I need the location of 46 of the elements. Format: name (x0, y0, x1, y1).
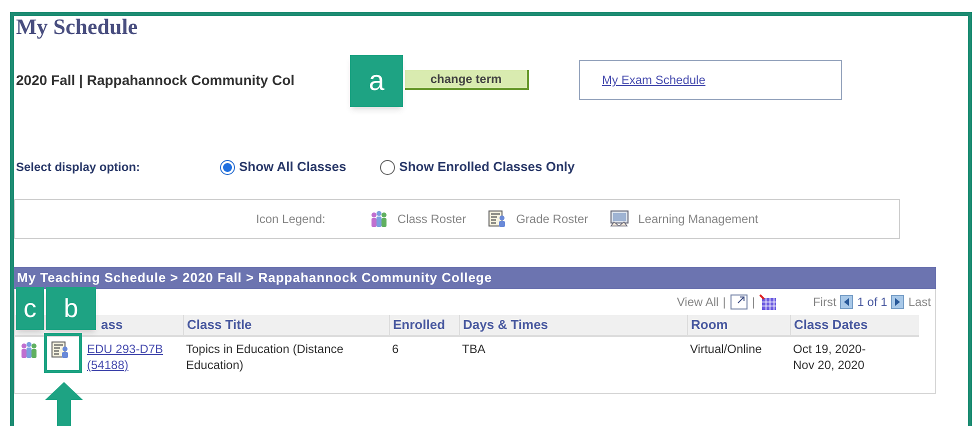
first-link[interactable]: First (812, 293, 836, 311)
people-icon (19, 341, 39, 359)
last-link[interactable]: Last (908, 293, 931, 311)
grid-download-icon[interactable] (758, 294, 777, 310)
monitor-hands-icon (610, 210, 630, 228)
view-all-link[interactable]: View All (676, 293, 719, 311)
next-button[interactable] (891, 295, 904, 309)
callout-label: a (350, 55, 403, 107)
highlight-frame (44, 333, 82, 373)
table-cell-text: Virtual/Online (689, 341, 763, 358)
section-link[interactable]: (54188) (87, 357, 128, 373)
exam-schedule-link[interactable]: My Exam Schedule (602, 71, 706, 89)
grid-title: My Teaching Schedule > 2020 Fall > Rappahannock Community College (17, 269, 492, 288)
legend-text: Class Roster (397, 211, 466, 228)
column-header: Enrolled (389, 315, 459, 337)
radio-button[interactable] (380, 160, 396, 174)
column-header: Class Dates (790, 315, 919, 337)
table-cell-text: TBA (461, 341, 486, 358)
legend-label: Icon Legend: (256, 211, 326, 228)
class-link[interactable]: EDU 293-D7B (87, 341, 164, 357)
table-cell-text: Topics in Education (Distance Education) (185, 341, 344, 374)
up-arrow-icon (45, 382, 83, 426)
page-count: 1 of 1 (857, 294, 888, 311)
display-option-label: Select display option: (16, 159, 142, 176)
table-cell-text: Oct 19, 2020- Nov 20, 2020 (792, 341, 867, 374)
column-header: ass (85, 315, 183, 337)
radio-button[interactable] (220, 160, 235, 174)
page-title: My Schedule (16, 14, 138, 40)
people-icon (369, 210, 390, 228)
zoom-window-icon[interactable] (730, 294, 748, 310)
column-header: Class Title (183, 315, 389, 337)
column-header: Room (687, 315, 790, 337)
change-term-button[interactable]: change term (405, 70, 529, 90)
term-label: 2020 Fall | Rappahannock Community Col (16, 70, 296, 90)
previous-button[interactable] (840, 295, 854, 309)
callout-label: b (46, 287, 96, 330)
legend-text: Grade Roster (516, 211, 588, 228)
legend-text: Learning Management (638, 211, 758, 228)
radio-option[interactable]: Show All Classes (220, 157, 346, 177)
table-cell-text: 6 (391, 341, 400, 358)
callout-label: c (16, 287, 44, 330)
separator: | (752, 294, 755, 311)
column-header: Days & Times (459, 315, 687, 337)
separator: | (722, 294, 726, 311)
document-person-icon (51, 341, 71, 359)
radio-option[interactable]: Show Enrolled Classes Only (380, 157, 575, 177)
